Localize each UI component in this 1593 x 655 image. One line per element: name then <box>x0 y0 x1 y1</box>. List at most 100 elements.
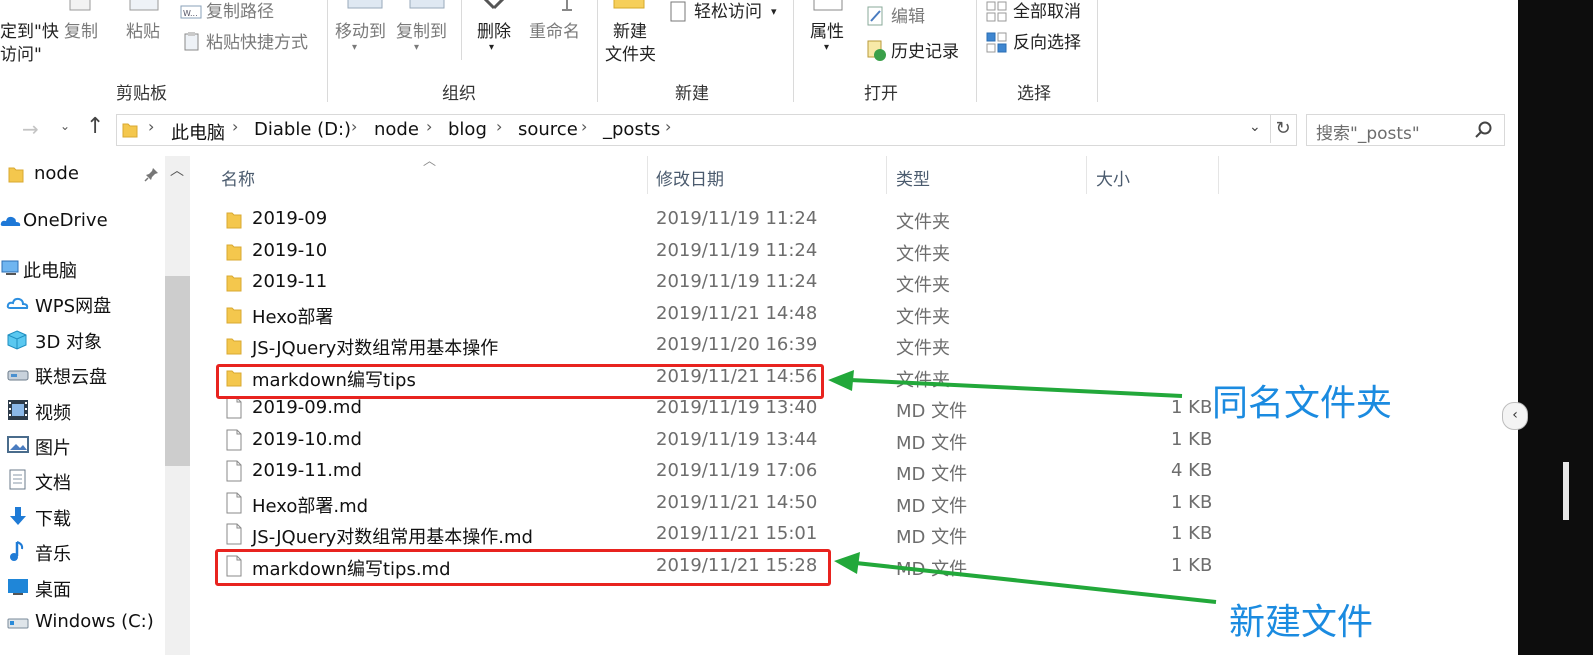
disk-icon <box>7 618 29 629</box>
column-header-date[interactable]: 修改日期 <box>656 165 724 190</box>
column-divider[interactable] <box>1218 156 1219 194</box>
file-row[interactable]: JS-JQuery对数组常用基本操作.md 2019/11/21 15:01 MD … <box>216 519 1216 550</box>
file-name: 2019-09.md <box>252 397 362 418</box>
folder-row[interactable]: 2019-09 2019/11/19 11:24 文件夹 <box>216 204 1216 235</box>
copy-path-button[interactable]: 复制路径 <box>206 2 274 22</box>
easy-access-button[interactable]: 轻松访问 <box>694 2 762 22</box>
ribbon-separator <box>1097 0 1098 102</box>
breadcrumb-separator-icon[interactable]: › <box>496 117 502 136</box>
breadcrumb-node[interactable]: node <box>374 119 419 140</box>
pin-icon[interactable] <box>144 166 160 182</box>
column-divider[interactable] <box>647 156 648 194</box>
window-edge <box>1563 462 1569 520</box>
folder-icon <box>8 167 24 183</box>
breadcrumb-posts[interactable]: _posts <box>603 119 660 140</box>
download-icon <box>10 507 26 525</box>
file-type: MD 文件 <box>896 464 968 485</box>
breadcrumb-separator-icon[interactable]: › <box>665 117 671 136</box>
column-header-type[interactable]: 类型 <box>896 165 930 190</box>
column-header-size[interactable]: 大小 <box>1096 165 1130 190</box>
new-folder-icon <box>613 0 645 9</box>
paste-shortcut-button[interactable]: 粘贴快捷方式 <box>206 33 308 53</box>
desktop-icon <box>8 579 28 595</box>
nav-item-label: Windows (C:) <box>35 611 154 632</box>
folder-row[interactable]: JS-JQuery对数组常用基本操作 2019/11/20 16:39 文件夹 <box>216 330 1216 361</box>
breadcrumb-blog[interactable]: blog <box>448 119 487 140</box>
file-name: Hexo部署 <box>252 307 334 328</box>
select-none-icon <box>986 1 1007 22</box>
new-folder-button-line2[interactable]: 文件夹 <box>605 45 656 65</box>
folder-icon <box>226 338 242 355</box>
file-date: 2019/11/19 11:24 <box>656 208 818 229</box>
breadcrumb-separator-icon[interactable]: › <box>426 117 432 136</box>
file-row[interactable]: 2019-11.md 2019/11/19 17:06 MD 文件 4 KB <box>216 456 1216 487</box>
nav-item-label: 图片 <box>35 438 71 459</box>
svg-text:W...: W... <box>183 9 198 18</box>
new-folder-button-line1[interactable]: 新建 <box>613 22 647 42</box>
cube-icon <box>7 330 27 350</box>
nav-item-label: node <box>34 163 79 184</box>
history-button[interactable]: 历史记录 <box>891 42 959 62</box>
breadcrumb-source[interactable]: source <box>518 119 578 140</box>
ribbon: 定到"快 访问" 复制 粘贴 W... 复制路径 粘贴快捷方式 移动到 ▾ 复制… <box>0 0 1518 105</box>
scroll-up-arrow-icon[interactable]: ︿ <box>170 160 184 180</box>
chevron-down-icon: ▾ <box>352 42 358 53</box>
collapse-pane-icon[interactable]: ‹ <box>1502 402 1528 430</box>
file-row[interactable]: 2019-10.md 2019/11/19 13:44 MD 文件 1 KB <box>216 425 1216 456</box>
file-name: Hexo部署.md <box>252 496 369 517</box>
group-label-new: 新建 <box>675 84 709 104</box>
copy-to-button[interactable]: 复制到 <box>396 22 447 42</box>
address-history-chevron-icon[interactable]: ⌄ <box>1249 119 1261 135</box>
picture-icon <box>7 436 29 453</box>
file-size: 1 KB <box>1171 523 1213 544</box>
edit-button[interactable]: 编辑 <box>891 7 925 27</box>
breadcrumb-drive-d[interactable]: Diable (D:) <box>254 119 351 140</box>
column-divider[interactable] <box>886 156 887 194</box>
pin-quick-access-label-line2[interactable]: 访问" <box>0 45 42 65</box>
nav-scrollbar-thumb[interactable] <box>165 276 190 466</box>
copy-to-icon <box>409 0 445 9</box>
select-none-button[interactable]: 全部取消 <box>1013 2 1081 22</box>
film-icon <box>8 400 28 420</box>
invert-selection-button[interactable]: 反向选择 <box>1013 33 1081 53</box>
breadcrumb-separator-icon[interactable]: › <box>148 117 154 136</box>
file-name: 2019-10 <box>252 240 328 261</box>
file-icon <box>226 429 242 451</box>
file-date: 2019/11/21 15:01 <box>656 523 818 544</box>
file-type: 文件夹 <box>896 307 950 328</box>
refresh-icon[interactable]: ↻ <box>1270 115 1295 143</box>
file-date: 2019/11/19 13:44 <box>656 429 818 450</box>
folder-row[interactable]: 2019-10 2019/11/19 11:24 文件夹 <box>216 236 1216 267</box>
rename-icon <box>562 0 572 11</box>
breadcrumb-separator-icon[interactable]: › <box>351 117 357 136</box>
column-header-name[interactable]: 名称 <box>221 165 255 190</box>
up-arrow-icon[interactable]: ↑ <box>86 114 104 139</box>
move-to-icon <box>347 0 383 9</box>
invert-selection-icon <box>986 32 1007 53</box>
column-divider[interactable] <box>1086 156 1087 194</box>
folder-icon <box>226 244 242 261</box>
folder-row[interactable]: 2019-11 2019/11/19 11:24 文件夹 <box>216 267 1216 298</box>
folder-icon <box>226 307 242 324</box>
folder-row[interactable]: Hexo部署 2019/11/21 14:48 文件夹 <box>216 299 1216 330</box>
nav-item-label: 下载 <box>35 509 71 530</box>
file-row[interactable]: Hexo部署.md 2019/11/21 14:50 MD 文件 1 KB <box>216 488 1216 519</box>
move-to-button[interactable]: 移动到 <box>335 22 386 42</box>
file-date: 2019/11/19 11:24 <box>656 240 818 261</box>
search-icon[interactable] <box>1474 120 1494 140</box>
paste-button[interactable]: 粘贴 <box>126 22 160 42</box>
copy-button[interactable]: 复制 <box>64 22 98 42</box>
folder-icon <box>122 123 138 138</box>
highlight-box-folder <box>216 364 824 399</box>
annotation-same-name-folder: 同名文件夹 <box>1212 383 1393 424</box>
document-icon <box>9 469 26 490</box>
pin-quick-access-label-line1[interactable]: 定到"快 <box>0 22 59 42</box>
rename-button[interactable]: 重命名 <box>529 22 580 42</box>
breadcrumb-separator-icon[interactable]: › <box>232 117 238 136</box>
breadcrumb-separator-icon[interactable]: › <box>581 117 587 136</box>
recent-locations-chevron-icon[interactable]: ⌄ <box>60 119 70 133</box>
breadcrumb-this-pc[interactable]: 此电脑 <box>171 119 225 145</box>
chevron-down-icon: ▾ <box>771 5 777 18</box>
forward-arrow-icon[interactable]: → <box>22 117 39 141</box>
group-label-open: 打开 <box>864 84 898 104</box>
